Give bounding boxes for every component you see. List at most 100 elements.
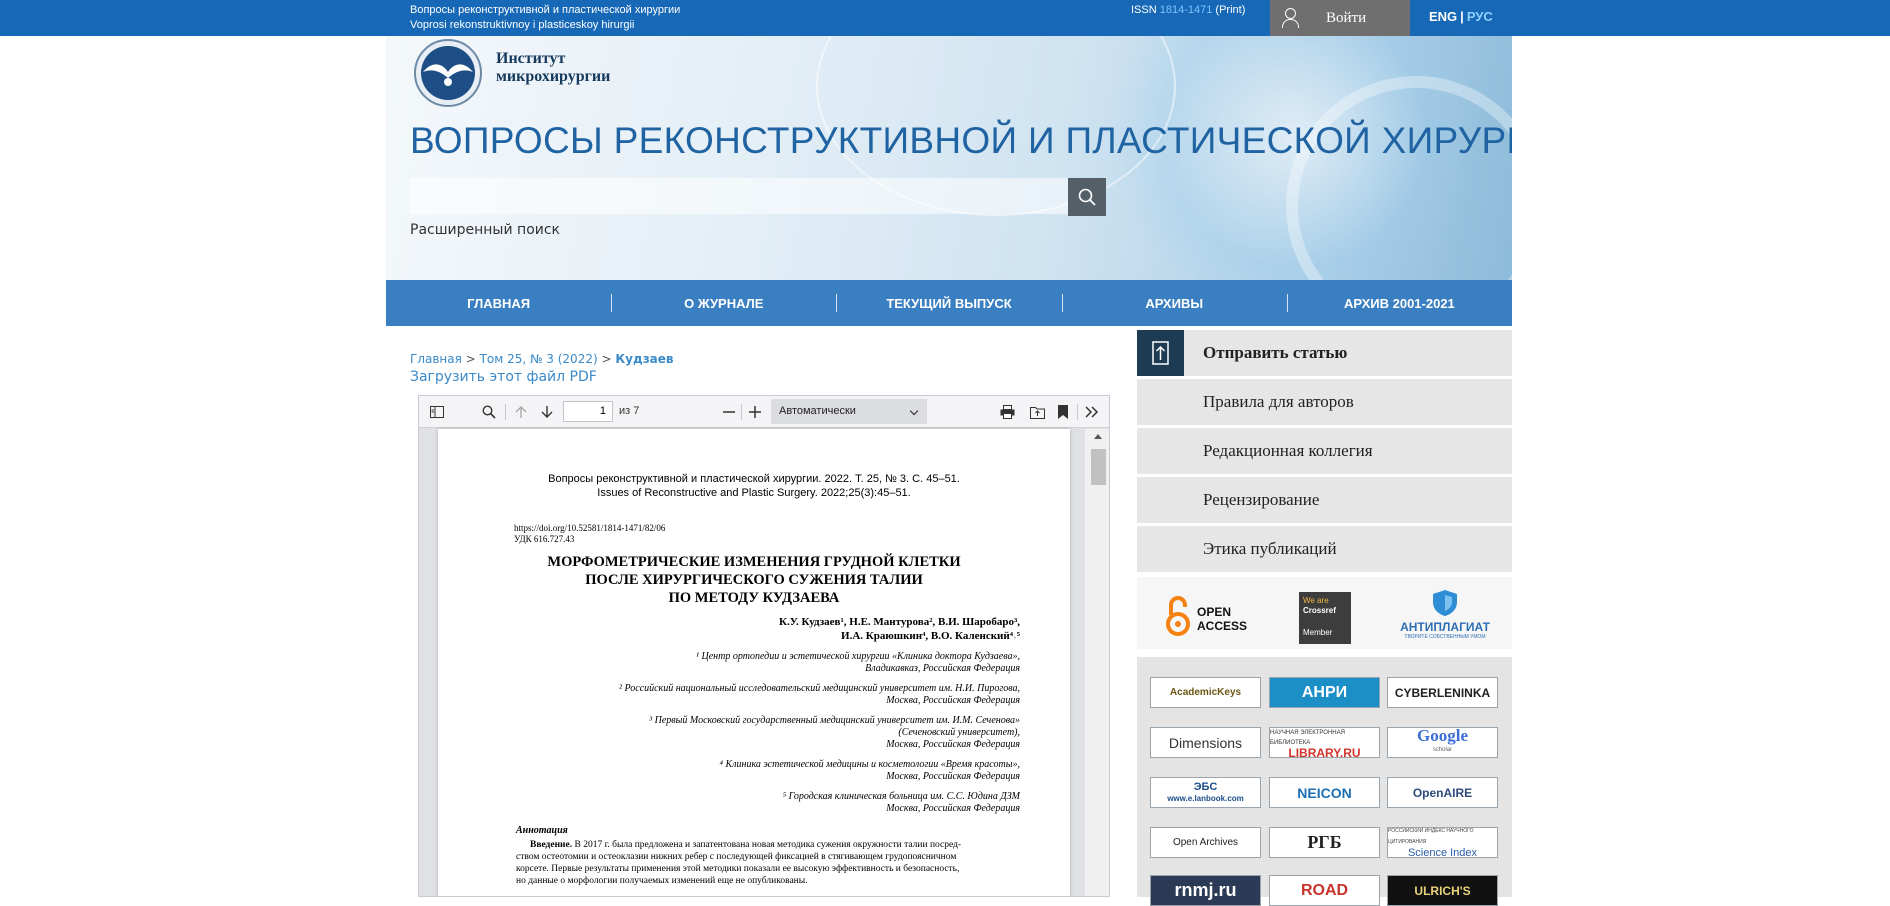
nav-current-issue[interactable]: ТЕКУЩИЙ ВЫПУСК — [836, 280, 1061, 326]
index-logo-academickeys[interactable]: AcademicKeys — [1150, 677, 1261, 708]
journal-name-lat: Voprosi rekonstruktivnoy i plasticeskoy … — [410, 19, 635, 31]
sidebar-item-author-guidelines[interactable]: Правила для авторов — [1137, 379, 1512, 425]
zoom-value: Автоматически — [779, 405, 856, 417]
pdf-udk: УДК 616.727.43 — [514, 534, 575, 544]
login-button[interactable]: Войти — [1270, 0, 1410, 36]
journal-name-ru: Вопросы реконструктивной и пластической … — [410, 4, 681, 16]
sidebar-toggle-icon[interactable] — [427, 403, 447, 421]
pdf-affiliation: ⁴ Клиника эстетической медицины и космет… — [719, 759, 1020, 770]
index-logo-google-scholar[interactable]: Google scholar — [1387, 727, 1498, 758]
zoom-out-icon[interactable] — [719, 403, 739, 421]
journal-title[interactable]: ВОПРОСЫ РЕКОНСТРУКТИВНОЙ И ПЛАСТИЧЕСКОЙ … — [410, 120, 1512, 162]
index-logo-text: ЭБС — [1193, 780, 1218, 793]
main-nav: ГЛАВНАЯ О ЖУРНАЛЕ ТЕКУЩИЙ ВЫПУСК АРХИВЫ … — [386, 280, 1512, 326]
nav-home[interactable]: ГЛАВНАЯ — [386, 280, 611, 326]
pdf-intro-label: Введение. — [530, 840, 573, 850]
index-logo-cyberleninka[interactable]: CYBERLENINKA — [1387, 677, 1498, 708]
advanced-search-link[interactable]: Расширенный поиск — [410, 222, 560, 238]
scroll-thumb[interactable] — [1091, 449, 1106, 485]
sidebar-item-label: Рецензирование — [1203, 490, 1320, 509]
scroll-up-icon[interactable] — [1094, 434, 1102, 439]
index-logo-sub: scholar — [1432, 746, 1453, 753]
nav-archives[interactable]: АРХИВЫ — [1061, 280, 1287, 326]
pdf-abstract: Введение. В 2017 г. была предложена и за… — [516, 839, 1024, 851]
index-logo-openaire[interactable]: OpenAIRE — [1387, 777, 1498, 808]
issn-label: ISSN — [1131, 4, 1157, 16]
pdf-page: Вопросы реконструктивной и пластической … — [438, 429, 1070, 896]
chevron-down-icon — [909, 406, 919, 416]
next-page-icon[interactable] — [537, 403, 557, 421]
index-logo-dimensions[interactable]: Dimensions — [1150, 727, 1261, 758]
index-logo-open-archives[interactable]: Open Archives — [1150, 827, 1261, 858]
index-logo-sub: НАУЧНАЯ ЭЛЕКТРОННАЯ БИБЛИОТЕКА — [1270, 729, 1345, 746]
index-logo-road[interactable]: ROAD — [1269, 875, 1380, 906]
tools-menu-icon[interactable] — [1081, 403, 1103, 421]
pdf-doi: https://doi.org/10.52581/1814-1471/82/06 — [514, 523, 666, 533]
download-pdf-link[interactable]: Загрузить этот файл PDF — [410, 369, 597, 385]
page-number-input[interactable]: 1 — [563, 401, 613, 422]
institute-name[interactable]: Институт микрохирургии — [496, 50, 610, 86]
antiplagiat-badge[interactable]: АНТИПЛАГИАТ ТВОРИТЕ СОБСТВЕННЫМ УМОМ — [1395, 589, 1495, 645]
issn-number-link[interactable]: 1814-1471 — [1160, 4, 1213, 16]
index-logo-neicon[interactable]: NEICON — [1269, 777, 1380, 808]
index-logo-text: Google — [1417, 727, 1468, 745]
lang-eng-link[interactable]: ENG — [1429, 9, 1457, 24]
antiplagiat-text: АНТИПЛАГИАТ — [1400, 620, 1490, 634]
search-button[interactable] — [1068, 178, 1106, 216]
institute-logo[interactable] — [409, 38, 487, 108]
pdf-affiliation: ¹ Центр ортопедии и эстетической хирурги… — [696, 651, 1020, 662]
index-logo-anri[interactable]: АНРИ — [1269, 677, 1380, 708]
index-logo-lanbook[interactable]: ЭБС www.e.lanbook.com — [1150, 777, 1261, 808]
pdf-article-title: ПО МЕТОДУ КУДЗАЕВА — [668, 590, 840, 606]
open-access-icon — [1166, 596, 1190, 636]
sidebar-item-publication-ethics[interactable]: Этика публикаций — [1137, 526, 1512, 572]
open-access-badge[interactable]: OPEN ACCESS — [1163, 593, 1253, 639]
pdf-affiliation: Москва, Российская Федерация — [886, 739, 1020, 750]
breadcrumb-home[interactable]: Главная — [410, 352, 462, 366]
crossref-text: Member — [1303, 628, 1333, 637]
lang-rus-link[interactable]: РУС — [1467, 9, 1493, 24]
toolbar-separator — [741, 404, 742, 420]
antiplagiat-subtext: ТВОРИТЕ СОБСТВЕННЫМ УМОМ — [1404, 634, 1486, 640]
issn-info: ISSN 1814-1471 (Print) — [1131, 4, 1245, 16]
crossref-badge[interactable]: We are Crossref Member — [1299, 592, 1351, 644]
pdf-scrollbar[interactable] — [1085, 429, 1109, 896]
pdf-toolbar: 1 из 7 Автоматически — [419, 396, 1109, 428]
pdf-affiliation: Москва, Российская Федерация — [886, 803, 1020, 814]
pdf-article-title: ПОСЛЕ ХИРУРГИЧЕСКОГО СУЖЕНИЯ ТАЛИИ — [585, 572, 923, 588]
breadcrumb-current[interactable]: Кудзаев — [615, 352, 673, 366]
print-icon[interactable] — [997, 403, 1017, 421]
zoom-in-icon[interactable] — [745, 403, 765, 421]
index-logo-elibrary[interactable]: НАУЧНАЯ ЭЛЕКТРОННАЯ БИБЛИОТЕКА LIBRARY.R… — [1269, 727, 1380, 758]
sidebar-item-label: Правила для авторов — [1203, 392, 1354, 411]
pdf-affiliation: ⁵ Городская клиническая больница им. С.С… — [782, 791, 1020, 802]
sidebar-item-editorial-board[interactable]: Редакционная коллегия — [1137, 428, 1512, 474]
search-icon — [1078, 188, 1096, 206]
top-bar: Вопросы реконструктивной и пластической … — [0, 0, 1890, 36]
pdf-affiliation: ² Российский национальный исследовательс… — [618, 683, 1020, 694]
index-logo-sub: www.e.lanbook.com — [1167, 793, 1244, 803]
crossref-text: Crossref — [1303, 606, 1336, 615]
previous-page-icon[interactable] — [511, 403, 531, 421]
nav-about[interactable]: О ЖУРНАЛЕ — [611, 280, 836, 326]
issn-type: (Print) — [1215, 4, 1246, 16]
sidebar-item-submit-article[interactable]: Отправить статью — [1137, 330, 1512, 376]
institute-name-line2: микрохирургии — [496, 68, 611, 85]
breadcrumb-issue[interactable]: Том 25, № 3 (2022) — [480, 352, 598, 366]
sidebar-item-peer-review[interactable]: Рецензирование — [1137, 477, 1512, 523]
breadcrumb-separator: > — [465, 352, 476, 366]
zoom-select[interactable]: Автоматически — [771, 399, 927, 424]
open-file-icon[interactable] — [1027, 403, 1047, 421]
badges-strip: OPEN ACCESS We are Crossref Member АНТИП… — [1137, 577, 1512, 649]
bookmark-icon[interactable] — [1053, 403, 1073, 421]
find-icon[interactable] — [479, 403, 499, 421]
index-logo-rnmj[interactable]: rnmj.ru — [1150, 875, 1261, 906]
index-logo-science-index[interactable]: РОССИЙСКИЙ ИНДЕКС НАУЧНОГО ЦИТИРОВАНИЯ S… — [1387, 827, 1498, 858]
index-logo-rgb[interactable]: РГБ — [1269, 827, 1380, 858]
index-logo-ulrichs[interactable]: ULRICH'S — [1387, 875, 1498, 906]
search-input[interactable] — [410, 178, 1068, 214]
user-icon — [1282, 8, 1299, 28]
pdf-abstract-line: ством остеотомии и остеоклазии нижних ре… — [516, 852, 957, 862]
indexing-logos: AcademicKeys АНРИ CYBERLENINKA Dimension… — [1137, 657, 1512, 906]
nav-archive-2001-2021[interactable]: АРХИВ 2001-2021 — [1286, 280, 1512, 326]
